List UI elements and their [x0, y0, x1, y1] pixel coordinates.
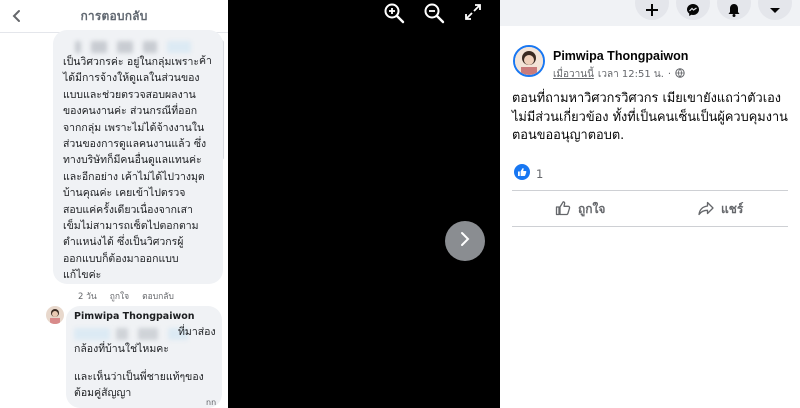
corner-text: nn — [206, 398, 217, 407]
share-arrow-icon — [698, 200, 714, 219]
create-button[interactable] — [635, 0, 669, 20]
comment-like-link[interactable]: ถูกใจ — [110, 289, 129, 303]
avatar[interactable] — [46, 306, 64, 324]
messenger-button[interactable] — [676, 0, 710, 20]
comment-reply-link[interactable]: ตอบกลับ — [142, 289, 174, 303]
post-time-link[interactable]: เมื่อวานนี้ — [553, 67, 594, 82]
image-viewer — [228, 0, 500, 408]
thumbs-up-icon — [555, 200, 571, 219]
reply-bubble: Pimwipa Thongpaiwon ที่มาส่อง กล้องที่บ้… — [66, 306, 222, 408]
divider — [512, 190, 788, 191]
top-bar — [500, 0, 800, 26]
post-author-name[interactable]: Pimwipa Thongpaiwon — [553, 49, 688, 63]
comment-text: เป็นวิศวกรค่ะ อยู่ในกลุ่มเพราะ ได้มีการจ… — [63, 56, 207, 282]
reaction-count: 1 — [536, 166, 544, 181]
caret-down-icon — [768, 0, 782, 21]
reactions-summary[interactable]: 1 — [514, 164, 543, 183]
like-label: ถูกใจ — [578, 201, 606, 216]
like-button[interactable]: ถูกใจ — [555, 198, 605, 220]
post-time: เวลา 12:51 น. — [597, 69, 664, 80]
comments-panel: การตอบกลับ ค้า เป็นวิศวกรค่ะ อยู่ในกลุ่ม… — [0, 0, 228, 408]
zoom-in-icon[interactable] — [383, 2, 405, 24]
back-arrow-icon[interactable] — [8, 7, 26, 25]
reply-line: ต้อมคู่สัญญา — [74, 387, 132, 399]
globe-icon — [675, 68, 685, 81]
author-avatar[interactable] — [513, 45, 545, 77]
divider — [512, 226, 788, 227]
share-label: แชร์ — [721, 201, 744, 216]
reply-author[interactable]: Pimwipa Thongpaiwon — [74, 311, 195, 322]
post-panel: Pimwipa Thongpaiwon เมื่อวานนี้ เวลา 12:… — [500, 0, 800, 408]
like-reaction-icon — [514, 164, 530, 183]
reply-line: และเห็นว่าเป็นพี่ชายแท้ๆของ — [74, 371, 204, 383]
reply-text-tail: ที่มาส่อง — [178, 326, 216, 338]
messenger-icon — [686, 0, 700, 21]
comments-header: การตอบกลับ — [0, 0, 228, 33]
reply-line: กล้องที่บ้านใช่ไหมคะ — [74, 343, 169, 355]
zoom-out-icon[interactable] — [423, 2, 445, 24]
comment-time: 2 วัน — [78, 292, 97, 302]
next-photo-button[interactable] — [445, 221, 485, 261]
panel-title: การตอบกลับ — [80, 8, 148, 23]
bell-icon — [727, 0, 741, 21]
comment-actions: 2 วัน ถูกใจ ตอบกลับ — [78, 289, 174, 303]
meta-separator: · — [667, 69, 672, 80]
post-text: ตอนที่ถามหาวิศวกรวิศวกร เมียเขายังแถว่าต… — [512, 91, 788, 143]
chevron-right-icon — [457, 231, 473, 251]
fullscreen-icon[interactable] — [464, 3, 486, 25]
share-button[interactable]: แชร์ — [698, 198, 743, 220]
post-meta: เมื่อวานนี้ เวลา 12:51 น. · — [553, 67, 685, 82]
account-menu-button[interactable] — [758, 0, 792, 20]
plus-icon — [645, 0, 659, 21]
comment-bubble: ค้า เป็นวิศวกรค่ะ อยู่ในกลุ่มเพราะ ได้มี… — [53, 30, 223, 284]
notifications-button[interactable] — [717, 0, 751, 20]
